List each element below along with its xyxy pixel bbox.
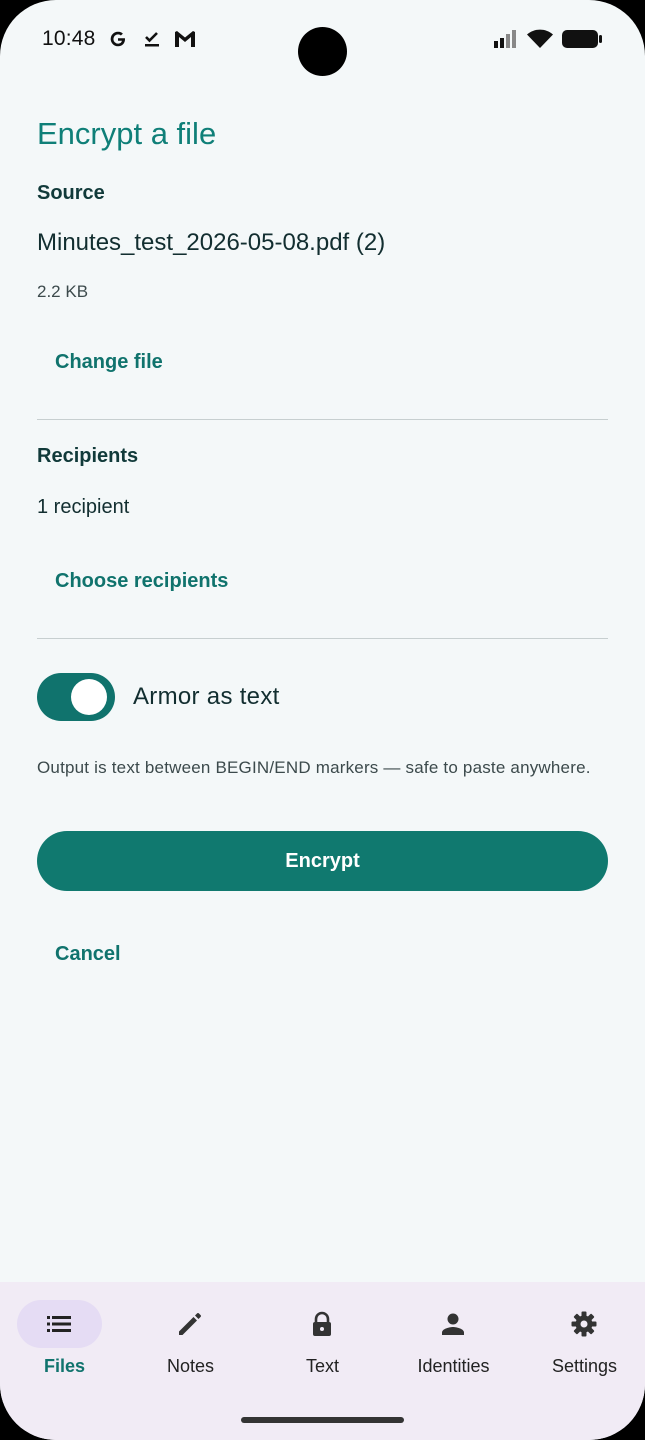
google-icon — [107, 28, 129, 55]
status-time: 10:48 — [42, 27, 96, 50]
choose-recipients-button[interactable]: Choose recipients — [37, 557, 246, 605]
cancel-button[interactable]: Cancel — [37, 930, 139, 978]
nav-item-notes[interactable]: Notes — [126, 1282, 255, 1392]
nav-item-identities[interactable]: Identities — [389, 1282, 518, 1392]
change-file-button[interactable]: Change file — [37, 338, 181, 386]
lock-icon — [308, 1310, 336, 1338]
person-icon — [439, 1310, 467, 1338]
home-indicator[interactable] — [241, 1417, 404, 1423]
encrypt-button[interactable]: Encrypt — [37, 831, 608, 891]
signal-icon — [493, 28, 521, 55]
armor-label: Armor as text — [133, 683, 280, 710]
list-icon — [45, 1310, 73, 1338]
camera-cutout — [298, 27, 347, 76]
nav-item-settings[interactable]: Settings — [520, 1282, 645, 1392]
page-title: Encrypt a file — [37, 116, 217, 151]
nav-label-settings: Settings — [551, 1356, 618, 1376]
nav-label-text: Text — [305, 1356, 339, 1376]
armor-toggle[interactable] — [37, 673, 115, 721]
divider — [37, 419, 608, 420]
divider — [37, 638, 608, 639]
nav-item-files[interactable]: Files — [0, 1282, 129, 1392]
nav-label-notes: Notes — [166, 1356, 215, 1376]
wifi-icon — [526, 28, 554, 55]
battery-icon — [561, 28, 603, 55]
nav-label-identities: Identities — [417, 1356, 490, 1376]
source-label: Source — [37, 182, 105, 204]
source-file-name: Minutes_test_2026-05-08.pdf (2) — [37, 229, 386, 256]
source-file-size: 2.2 KB — [37, 282, 89, 301]
status-bar: 10:48 — [0, 0, 645, 80]
recipient-count: 1 recipient — [37, 496, 130, 518]
nav-label-files: Files — [43, 1356, 86, 1376]
check-icon — [141, 28, 163, 55]
gmail-icon — [173, 28, 197, 55]
nav-item-text[interactable]: Text — [258, 1282, 387, 1392]
pencil-icon — [176, 1310, 204, 1338]
recipients-label: Recipients — [37, 445, 139, 467]
gear-icon — [570, 1310, 598, 1338]
app-screen: 10:48 Encrypt a file Source Minutes_test… — [0, 0, 645, 1440]
armor-helper-text: Output is text between BEGIN/END markers… — [37, 758, 591, 777]
toggle-knob — [71, 679, 107, 715]
